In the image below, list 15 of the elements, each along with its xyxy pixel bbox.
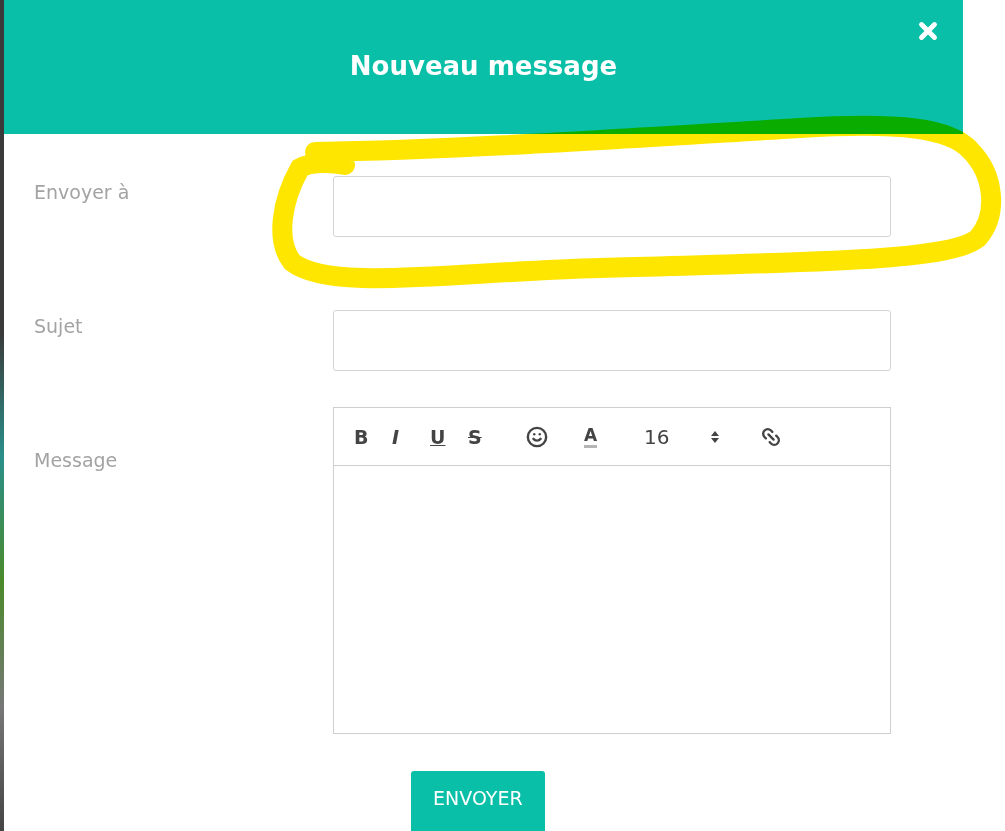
smiley-icon xyxy=(526,425,548,448)
text-color-button[interactable]: A xyxy=(584,422,644,451)
field-label: Envoyer à xyxy=(34,180,131,203)
input-field[interactable] xyxy=(333,176,891,237)
up-down-icon xyxy=(710,429,720,444)
field-label: Sujet xyxy=(34,314,84,337)
input-field[interactable] xyxy=(333,310,891,371)
bold-button[interactable]: B xyxy=(354,422,392,451)
field-label: Message xyxy=(34,448,119,471)
bold-label: B xyxy=(354,425,369,448)
strikethrough-button[interactable]: S xyxy=(468,422,526,451)
dialog-title: Nouveau message xyxy=(349,51,618,83)
italic-button[interactable]: I xyxy=(392,422,430,451)
underline-button[interactable]: U xyxy=(430,422,468,451)
font-size-value[interactable]: 16 xyxy=(644,422,710,451)
